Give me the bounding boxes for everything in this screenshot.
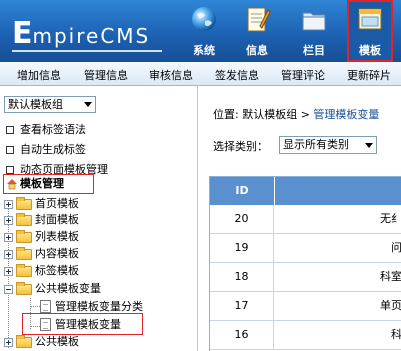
cell-name: 无纟 xyxy=(380,212,401,225)
template-tree-panel: 默认模板组 查看标签语法 自动生成标签 动态页面模板管理 模板管理 首页模板 封… xyxy=(0,86,198,351)
nav-info[interactable]: 信息 xyxy=(234,0,280,62)
category-filter-label: 选择类别： xyxy=(213,140,268,153)
notepad-icon xyxy=(247,7,271,32)
chevron-down-icon xyxy=(365,143,373,148)
cell-name: 单页 xyxy=(380,299,401,312)
table-row[interactable]: 16 科 xyxy=(210,321,401,350)
folder-icon xyxy=(16,230,32,243)
nav-system[interactable]: 系统 xyxy=(181,0,227,62)
submenu-sign-info[interactable]: 签发信息 xyxy=(215,67,259,83)
tree-root-template-management[interactable]: 模板管理 xyxy=(3,174,94,194)
window-icon xyxy=(358,8,382,30)
cell-id: 18 xyxy=(210,263,274,292)
document-icon xyxy=(40,318,51,331)
table-row[interactable]: 20 无纟 xyxy=(210,205,401,234)
main-content: 位置: 默认模板组 > 管理模板变量 选择类别： 显示所有类别 ID 20 无纟… xyxy=(199,86,401,351)
breadcrumb-link[interactable]: 管理模板变量 xyxy=(313,108,379,121)
nav-label: 系统 xyxy=(193,44,215,57)
chevron-down-icon xyxy=(84,102,92,107)
empirecms-logo: EmpireCMS xyxy=(4,8,172,54)
link-view-tag-syntax[interactable]: 查看标签语法 xyxy=(6,121,86,137)
submenu-update-fragments[interactable]: 更新碎片 xyxy=(347,67,391,83)
folder-icon xyxy=(16,197,32,210)
submenu-review-info[interactable]: 审核信息 xyxy=(149,67,193,83)
submenu-manage-info[interactable]: 管理信息 xyxy=(84,67,128,83)
cell-id: 16 xyxy=(210,321,274,350)
template-group-select[interactable]: 默认模板组 xyxy=(4,96,96,113)
template-vars-table: ID 20 无纟 19 问 18 科室 17 单页 16 科 xyxy=(209,176,401,351)
nav-label: 信息 xyxy=(246,44,268,57)
cell-name: 问 xyxy=(391,241,401,254)
top-header: EmpireCMS 系统 信息 栏目 模板 xyxy=(0,0,401,62)
column-header-id[interactable]: ID xyxy=(210,177,274,205)
expand-icon[interactable] xyxy=(4,267,13,276)
folder-icon xyxy=(16,264,32,277)
expand-icon[interactable] xyxy=(4,216,13,225)
cell-id: 20 xyxy=(210,205,274,234)
expand-icon[interactable] xyxy=(4,338,13,347)
category-filter-select[interactable]: 显示所有类别 xyxy=(279,136,377,154)
cell-id: 17 xyxy=(210,292,274,321)
nav-label: 栏目 xyxy=(303,44,325,57)
bullet-box-icon xyxy=(6,126,14,134)
cell-id: 19 xyxy=(210,234,274,263)
cell-name: 科 xyxy=(391,328,401,341)
table-row[interactable]: 19 问 xyxy=(210,234,401,263)
expand-icon[interactable] xyxy=(4,200,13,209)
submenu-add-info[interactable]: 增加信息 xyxy=(17,67,61,83)
nav-column[interactable]: 栏目 xyxy=(291,0,337,62)
folder-icon xyxy=(16,282,32,295)
nav-template[interactable]: 模板 xyxy=(347,0,393,62)
folder-icon xyxy=(16,213,32,226)
link-auto-gen-tag[interactable]: 自动生成标签 xyxy=(6,141,86,157)
expand-icon[interactable] xyxy=(4,250,13,259)
submenu-manage-comments[interactable]: 管理评论 xyxy=(281,67,325,83)
collapse-icon[interactable] xyxy=(4,285,13,294)
globe-icon xyxy=(192,7,216,31)
document-icon xyxy=(40,300,51,313)
sub-menu-bar: 增加信息 管理信息 审核信息 签发信息 管理评论 更新碎片 xyxy=(0,62,401,86)
app-window: EmpireCMS 系统 信息 栏目 模板 增加信息 管理信息 审核信息 签发信… xyxy=(0,0,401,351)
house-icon xyxy=(7,179,17,190)
table-row[interactable]: 17 单页 xyxy=(210,292,401,321)
expand-icon[interactable] xyxy=(4,233,13,242)
bullet-box-icon xyxy=(6,146,14,154)
nav-label: 模板 xyxy=(359,44,381,57)
folder-icon xyxy=(302,12,326,31)
breadcrumb: 位置: 默认模板组 > 管理模板变量 xyxy=(213,108,380,121)
table-row[interactable]: 18 科室 xyxy=(210,263,401,292)
folder-icon xyxy=(16,335,32,348)
folder-icon xyxy=(16,247,32,260)
cell-name: 科室 xyxy=(380,270,401,283)
column-header-name[interactable] xyxy=(275,177,401,205)
bullet-box-icon xyxy=(6,166,14,174)
